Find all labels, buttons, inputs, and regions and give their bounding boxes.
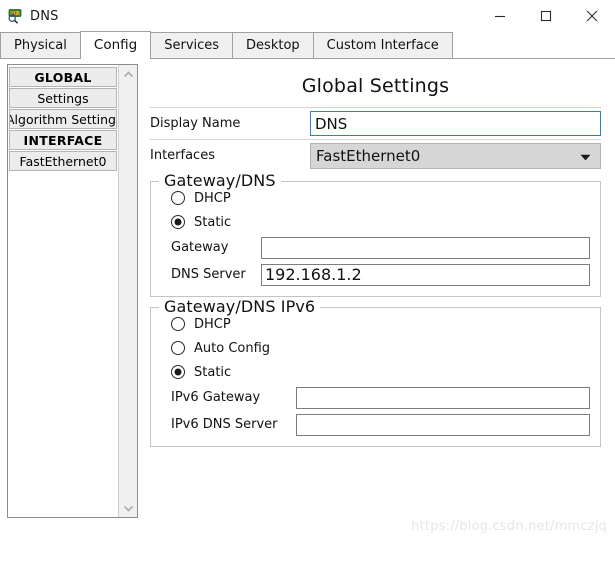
settings-panel: Global Settings Display Name Interfaces …	[138, 59, 615, 574]
interfaces-selected-value: FastEthernet0	[316, 146, 421, 165]
gateway-row: Gateway	[161, 234, 590, 261]
gateway-dns-static-label: Static	[194, 214, 232, 230]
scroll-down-icon[interactable]	[119, 499, 137, 517]
display-name-input[interactable]	[310, 111, 601, 136]
ipv6-dns-server-label: IPv6 DNS Server	[171, 417, 278, 432]
display-name-row: Display Name	[150, 108, 601, 139]
gateway-dns-group-title: Gateway/DNS	[159, 171, 281, 190]
config-tree-list: GLOBAL Settings Algorithm Settings INTER…	[8, 65, 118, 517]
close-button[interactable]	[569, 0, 615, 32]
content-area: GLOBAL Settings Algorithm Settings INTER…	[0, 59, 615, 574]
ipv6-static-label: Static	[194, 364, 232, 380]
tab-physical[interactable]: Physical	[0, 32, 81, 58]
window-titlebar: $ DNS	[0, 0, 615, 32]
config-tree-panel: GLOBAL Settings Algorithm Settings INTER…	[7, 64, 138, 518]
ipv6-auto-config-row[interactable]: Auto Config	[161, 336, 590, 360]
gateway-dns-static-row[interactable]: Static	[161, 210, 590, 234]
watermark: https://blog.csdn.net/mmczjq	[411, 519, 607, 534]
maximize-icon	[540, 10, 552, 22]
ipv6-static-row[interactable]: Static	[161, 360, 590, 384]
ipv6-dns-server-row: IPv6 DNS Server	[161, 411, 590, 438]
page-title: Global Settings	[301, 75, 450, 97]
gateway-dns-ipv6-group: Gateway/DNS IPv6 DHCP Auto Config Static…	[150, 297, 601, 447]
tab-desktop[interactable]: Desktop	[232, 32, 314, 58]
tab-custom-interface[interactable]: Custom Interface	[312, 32, 453, 58]
sidebar-scrollbar[interactable]	[118, 65, 137, 517]
ipv6-dns-server-input[interactable]	[296, 413, 590, 436]
ipv6-gateway-input[interactable]	[296, 386, 590, 409]
interfaces-row: Interfaces FastEthernet0	[150, 140, 601, 171]
close-icon	[586, 10, 598, 22]
gateway-input[interactable]	[261, 236, 590, 259]
interfaces-select[interactable]: FastEthernet0	[310, 142, 601, 169]
sidebar-item-algorithm-settings[interactable]: Algorithm Settings	[9, 109, 117, 129]
ipv6-dhcp-label: DHCP	[194, 316, 231, 332]
ipv6-auto-config-radio[interactable]	[171, 341, 185, 355]
interfaces-label: Interfaces	[150, 148, 215, 163]
ipv6-gateway-row: IPv6 Gateway	[161, 384, 590, 411]
dns-server-row: DNS Server	[161, 261, 590, 288]
window-title: DNS	[30, 8, 59, 24]
dns-server-label: DNS Server	[171, 267, 246, 282]
gateway-dns-ipv6-group-title: Gateway/DNS IPv6	[159, 297, 321, 316]
window-controls	[477, 0, 615, 32]
sidebar-item-interface: INTERFACE	[9, 130, 117, 150]
tab-bar: Physical Config Services Desktop Custom …	[0, 31, 615, 59]
gateway-dns-dhcp-radio[interactable]	[171, 191, 185, 205]
gateway-label: Gateway	[171, 240, 229, 255]
ipv6-dhcp-radio[interactable]	[171, 317, 185, 331]
maximize-button[interactable]	[523, 0, 569, 32]
minimize-icon	[495, 15, 505, 18]
gateway-dns-group: Gateway/DNS DHCP Static Gateway DNS Serv…	[150, 171, 601, 297]
ipv6-static-radio[interactable]	[171, 365, 185, 379]
display-name-label: Display Name	[150, 116, 241, 131]
tab-config[interactable]: Config	[79, 31, 152, 59]
scroll-up-icon[interactable]	[119, 65, 137, 83]
chevron-down-icon	[580, 147, 591, 165]
ipv6-auto-config-label: Auto Config	[194, 340, 271, 356]
dns-server-magnifier-icon: $	[6, 7, 24, 25]
sidebar-item-fastethernet0[interactable]: FastEthernet0	[9, 151, 117, 171]
gateway-dns-static-radio[interactable]	[171, 215, 185, 229]
sidebar-item-global: GLOBAL	[9, 67, 117, 87]
tab-services[interactable]: Services	[150, 32, 234, 58]
dns-server-input[interactable]	[261, 263, 590, 286]
gateway-dns-dhcp-label: DHCP	[194, 190, 231, 206]
ipv6-gateway-label: IPv6 Gateway	[171, 390, 261, 405]
minimize-button[interactable]	[477, 0, 523, 32]
sidebar-item-settings[interactable]: Settings	[9, 88, 117, 108]
